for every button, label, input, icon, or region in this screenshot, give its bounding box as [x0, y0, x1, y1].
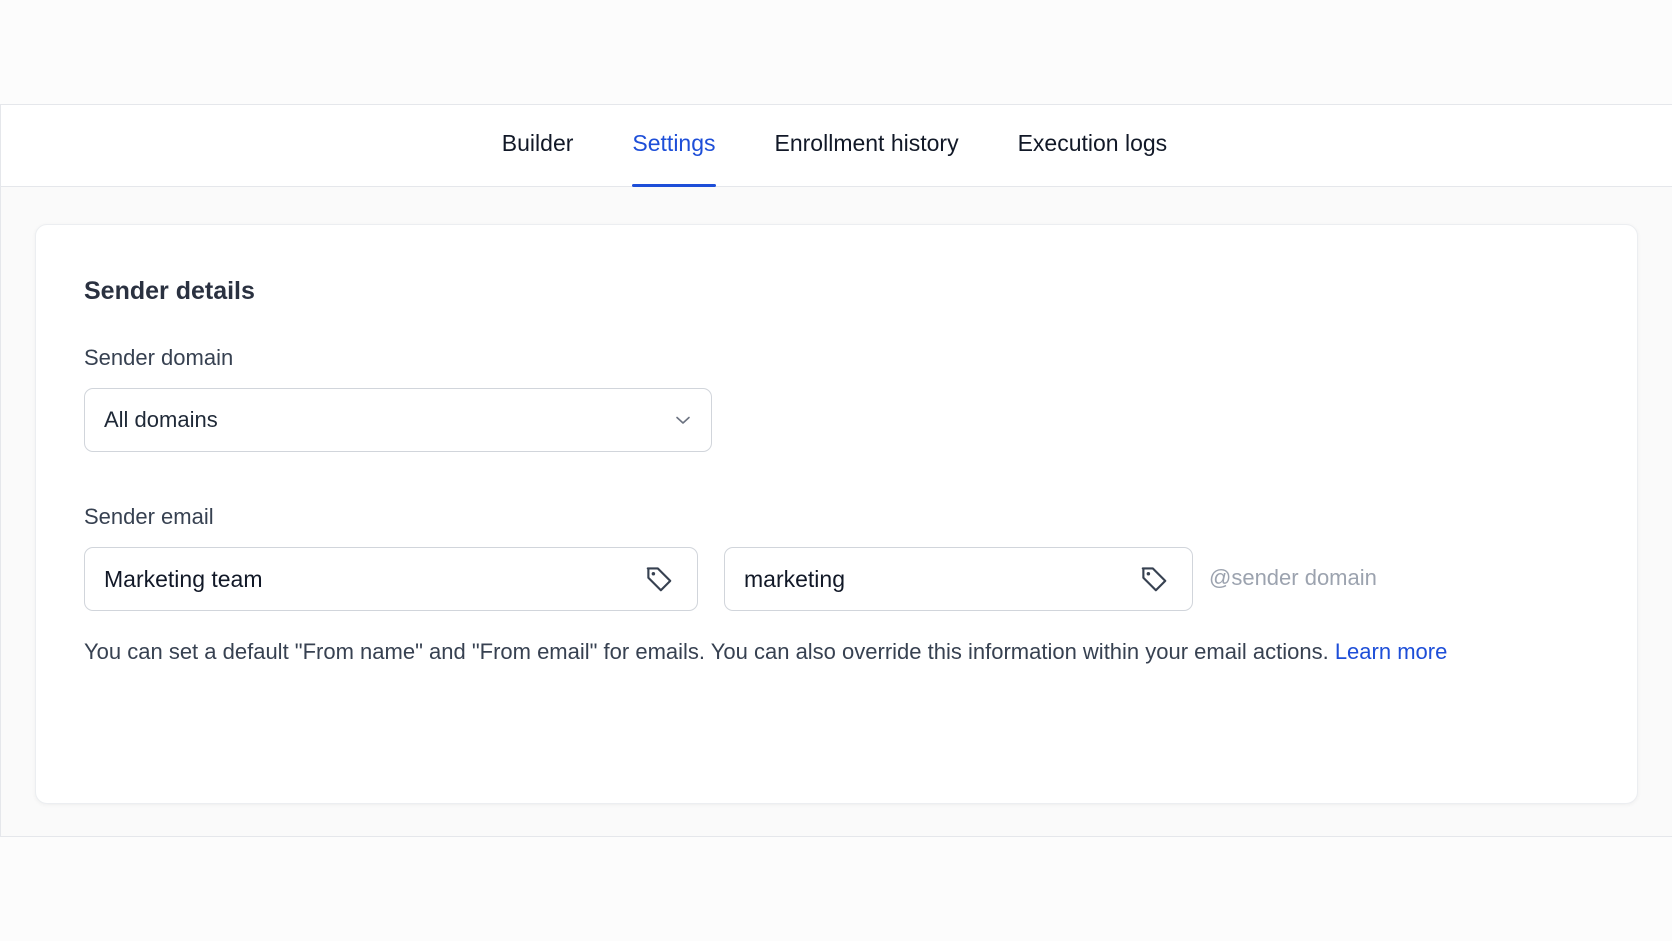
tag-icon[interactable]: [1138, 563, 1170, 595]
from-name-value: Marketing team: [104, 565, 263, 592]
tab-enrollment-history[interactable]: Enrollment history: [775, 105, 959, 186]
tab-settings[interactable]: Settings: [632, 105, 716, 187]
sender-domain-select[interactable]: All domains: [84, 388, 712, 452]
workflow-panel: Builder Settings Enrollment history Exec…: [0, 104, 1672, 837]
learn-more-link[interactable]: Learn more: [1335, 639, 1448, 664]
section-title: Sender details: [84, 277, 255, 305]
from-email-value: marketing: [744, 565, 845, 592]
sender-details-card: Sender details Sender domain All domains…: [35, 224, 1638, 804]
sender-email-label: Sender email: [84, 504, 214, 529]
tab-execution-logs[interactable]: Execution logs: [1018, 105, 1168, 186]
tabs: Builder Settings Enrollment history Exec…: [502, 105, 1168, 187]
sender-domain-suffix: @sender domain: [1209, 565, 1377, 590]
from-name-input[interactable]: Marketing team: [84, 547, 698, 611]
sender-domain-label: Sender domain: [84, 345, 234, 370]
helper-text-body: You can set a default "From name" and "F…: [84, 639, 1329, 664]
tag-icon[interactable]: [643, 563, 675, 595]
helper-text: You can set a default "From name" and "F…: [84, 639, 1447, 665]
sender-domain-value: All domains: [104, 407, 218, 432]
tab-bar: Builder Settings Enrollment history Exec…: [1, 105, 1672, 187]
tab-builder[interactable]: Builder: [502, 105, 574, 186]
chevron-down-icon: [673, 410, 693, 430]
from-email-input[interactable]: marketing: [724, 547, 1193, 611]
